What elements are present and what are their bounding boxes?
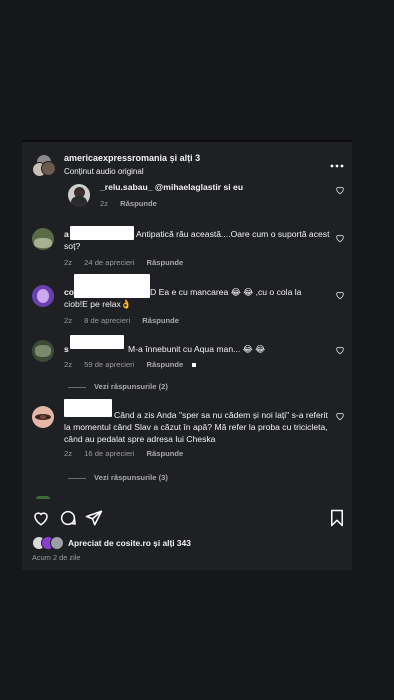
redacted-username [70, 335, 124, 349]
comment-avatar[interactable] [32, 406, 54, 428]
comment-username-prefix[interactable]: co [64, 286, 74, 298]
comment-meta: 2z 16 de aprecieri Răspunde [64, 449, 193, 458]
comment-likes: 8 de aprecieri [84, 316, 131, 325]
heart-icon[interactable] [335, 233, 345, 243]
comment-likes: 16 de aprecieri [84, 449, 135, 458]
comment-avatar[interactable] [32, 340, 54, 362]
replies-dash [68, 386, 86, 388]
more-icon[interactable] [330, 158, 344, 168]
comment-username-prefix[interactable]: s [64, 343, 69, 355]
reply-button[interactable]: Răspunde [120, 199, 157, 208]
bookmark-icon[interactable] [329, 509, 345, 527]
liked-avatar-3 [50, 536, 64, 550]
comment-avatar[interactable] [32, 285, 54, 307]
view-replies-label: Vezi răspunsurile (3) [94, 473, 168, 482]
comment-likes: 24 de aprecieri [84, 258, 135, 267]
comment-avatar[interactable] [68, 184, 90, 206]
view-replies-button[interactable]: Vezi răspunsurile (2) [68, 382, 168, 391]
share-icon[interactable] [85, 509, 103, 527]
comment-text: _relu.sabau_ @mihaelaglastir si eu [100, 182, 244, 192]
header-avatars[interactable] [32, 154, 56, 177]
comment-meta: 2z 24 de aprecieri Răspunde [64, 258, 193, 267]
comment-time: 2z [64, 360, 73, 369]
post-age: Acum 2 de zile [32, 553, 81, 562]
header-title[interactable]: americaexpressromania și alți 3 [64, 152, 200, 164]
heart-icon[interactable] [335, 411, 345, 421]
comment-time: 2z [64, 258, 73, 267]
comment-text: Când a zis Anda "sper sa nu cădem și noi… [64, 410, 328, 444]
redacted-username [74, 274, 150, 298]
comment-likes: 59 de aprecieri [84, 360, 135, 369]
comment-meta: 2z 59 de aprecieri Răspunde [64, 360, 193, 369]
reply-button[interactable]: Răspunde [142, 316, 179, 325]
replies-dash [68, 477, 86, 479]
comment-time: 2z [64, 449, 73, 458]
heart-icon[interactable] [335, 345, 345, 355]
comment-text: Antipatică rău această....Oare cum o sup… [64, 229, 330, 251]
reply-button[interactable]: Răspunde [147, 449, 184, 458]
comment-meta: 2z 8 de aprecieri Răspunde [64, 316, 189, 325]
reel-comments-panel: americaexpressromania și alți 3 Conținut… [22, 140, 352, 570]
comment-text-continued: ciob!E pe relax👌 [64, 299, 132, 309]
comment-text: D Ea e cu mancarea 😂 😂 ,cu o cola la [150, 287, 302, 297]
comment-time: 2z [100, 199, 109, 208]
heart-icon[interactable] [32, 509, 50, 527]
comment-time: 2z [64, 316, 73, 325]
comment-text: M-a înnebunit cu Aqua man... 😂 😂 [128, 344, 266, 354]
comment-icon[interactable] [59, 509, 77, 527]
top-divider [22, 140, 352, 142]
comment-meta: 2z Răspunde [100, 199, 167, 208]
view-replies-label: Vezi răspunsurile (2) [94, 382, 168, 391]
heart-icon[interactable] [335, 185, 345, 195]
reply-button[interactable]: Răspunde [147, 360, 184, 369]
comment-avatar[interactable] [32, 228, 54, 250]
header-avatar-3 [41, 161, 56, 176]
view-replies-button[interactable]: Vezi răspunsurile (3) [68, 473, 168, 482]
next-comment-avatar-peek [36, 496, 50, 499]
reply-button[interactable]: Răspunde [147, 258, 184, 267]
heart-icon[interactable] [335, 290, 345, 300]
liked-by-avatars[interactable] [32, 536, 68, 550]
header-subtitle: Conținut audio original [64, 167, 144, 176]
liked-by-text[interactable]: Apreciat de cosite.ro și alți 343 [68, 537, 191, 549]
typing-indicator [192, 363, 196, 367]
